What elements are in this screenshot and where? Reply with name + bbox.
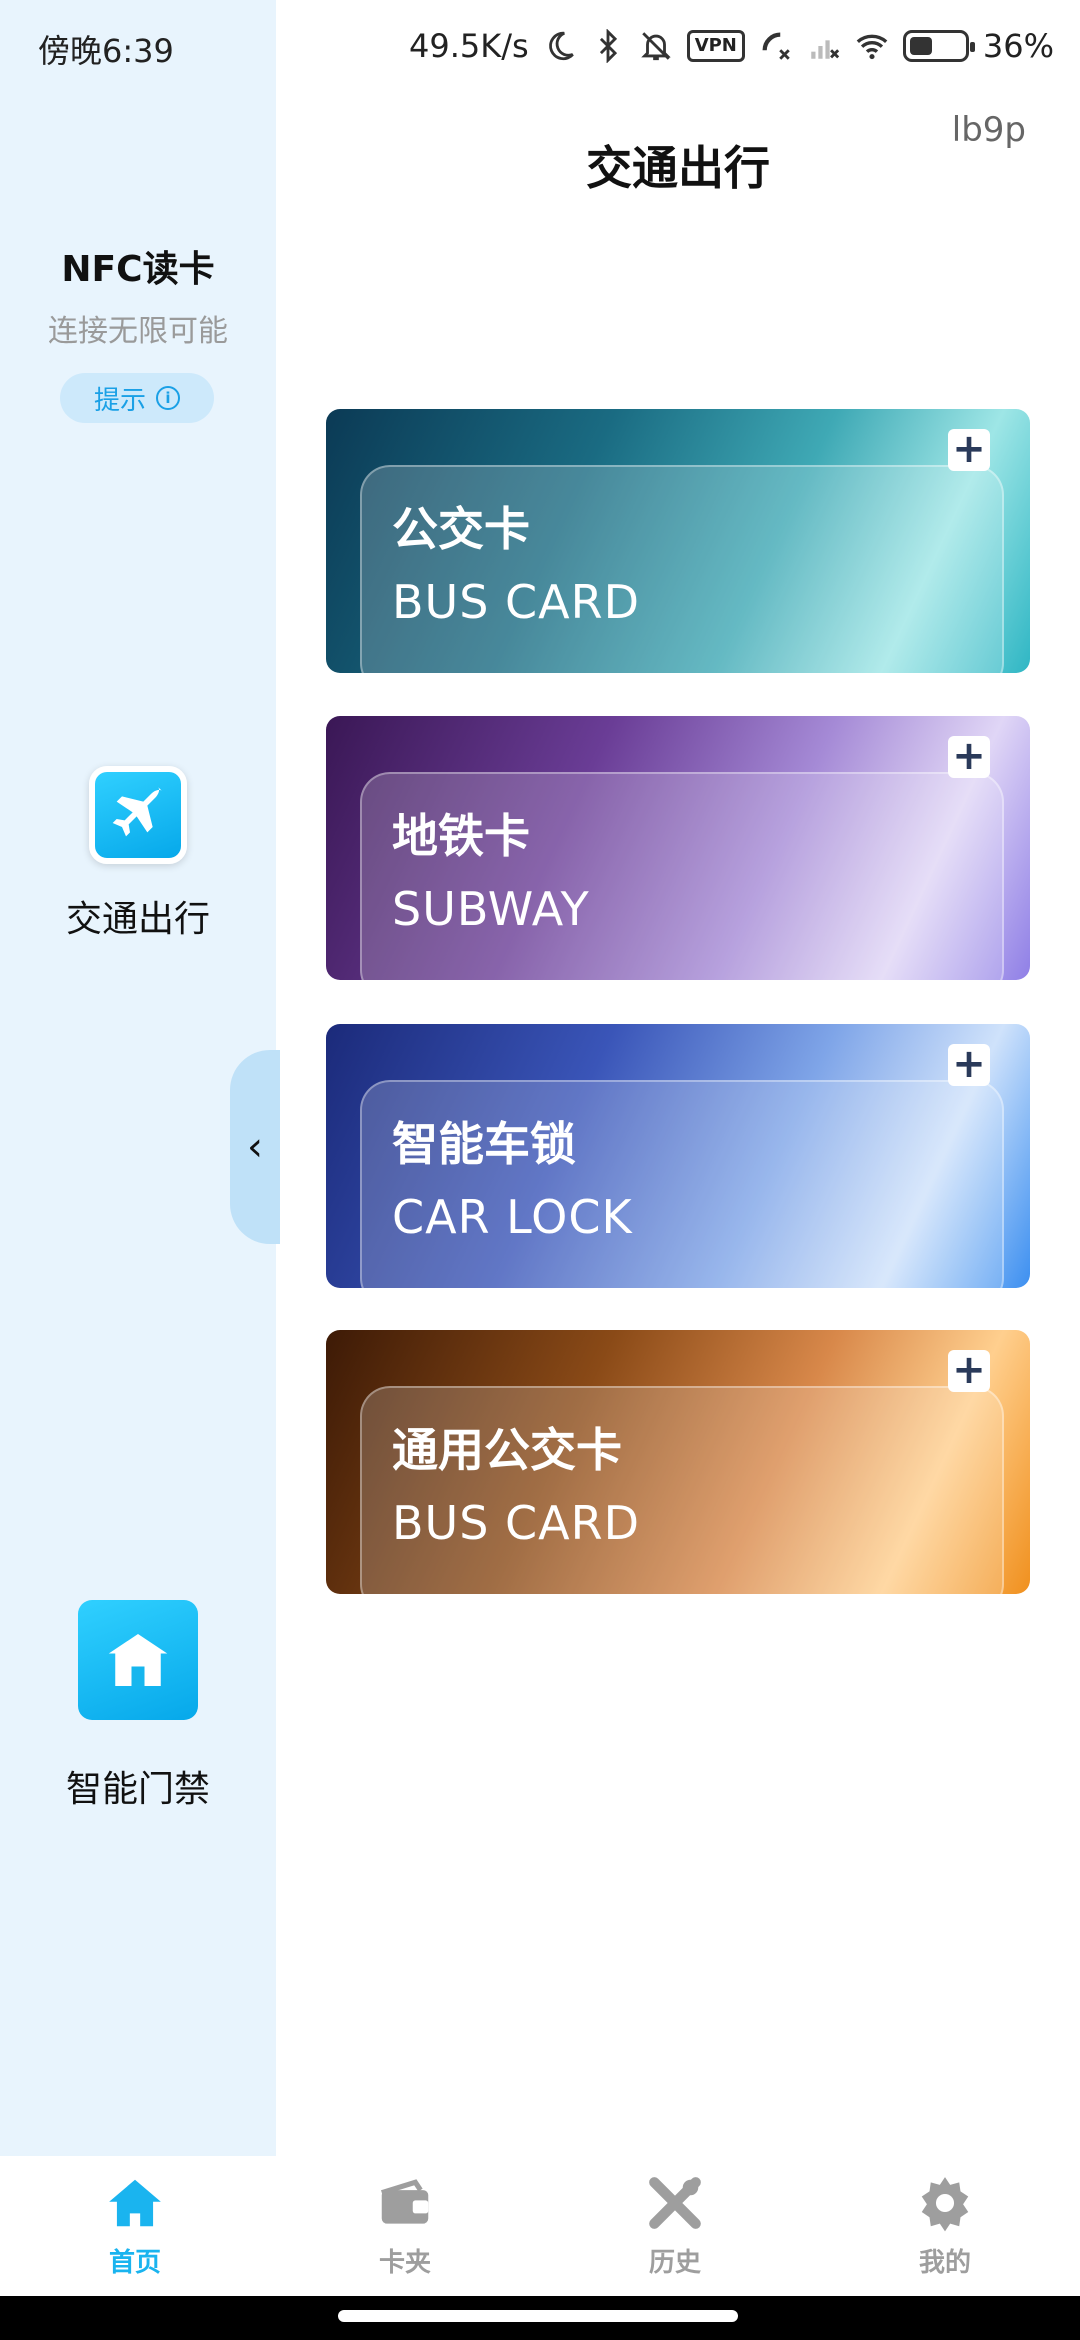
status-bar: 傍晚6:39 49.5K/s VPN 36% [0,0,1080,92]
card-bus[interactable]: 公交卡 BUS CARD + [326,409,1030,673]
add-card-button[interactable]: + [948,429,990,471]
version-tag: lb9p [951,110,1026,150]
plus-icon: + [952,426,986,472]
tab-label: 卡夹 [378,2248,431,2278]
tab-wallet[interactable]: 卡夹 [270,2156,540,2296]
bottom-nav: 首页 卡夹 历史 我的 [0,2156,1080,2296]
airplane-icon [89,766,187,864]
card-title-en: SUBWAY [392,882,590,936]
tools-icon [649,2177,701,2229]
wifi-icon [856,34,888,60]
battery-fill [909,37,932,55]
collapse-sidebar-button[interactable]: ‹ [230,1050,280,1244]
plus-icon: + [952,1041,986,1087]
tab-label: 首页 [108,2248,161,2278]
card-title-cn: 通用公交卡 [392,1423,622,1477]
gear-icon [921,2177,969,2232]
system-navigation-bar [0,2296,1080,2340]
tab-history[interactable]: 历史 [540,2156,810,2296]
sidebar-item-label: 交通出行 [65,899,210,940]
home-indicator[interactable] [338,2310,738,2322]
card-title-en: BUS CARD [392,1496,641,1550]
card-subway[interactable]: 地铁卡 SUBWAY + [326,716,1030,980]
status-time: 傍晚6:39 [38,32,174,70]
bluetooth-icon [599,29,617,63]
card-title-cn: 地铁卡 [392,809,530,863]
plus-icon: + [952,733,986,779]
signal-icon [811,40,840,59]
card-title-cn: 智能车锁 [392,1117,576,1171]
battery-icon [902,30,975,62]
status-icons: 49.5K/s VPN 36% [409,22,1054,70]
tab-home[interactable]: 首页 [0,2156,270,2296]
vpn-badge: VPN [686,30,745,62]
info-icon: i [156,386,180,410]
sidebar-subtitle: 连接无限可能 [48,314,228,349]
sidebar-item-label: 智能门禁 [65,1769,210,1810]
tip-label: 提示 [93,385,146,416]
home-icon [109,2179,161,2227]
add-card-button[interactable]: + [948,736,990,778]
chevron-left-icon: ‹ [247,1124,263,1170]
tab-mine[interactable]: 我的 [810,2156,1080,2296]
add-card-button[interactable]: + [948,1350,990,1392]
battery-percent: 36% [982,27,1054,65]
wallet-icon [380,2179,429,2224]
house-icon [78,1600,198,1720]
card-car-lock[interactable]: 智能车锁 CAR LOCK + [326,1024,1030,1288]
bell-muted-icon [640,32,671,61]
moon-icon [548,31,574,61]
card-general-bus[interactable]: 通用公交卡 BUS CARD + [326,1330,1030,1594]
plus-icon: + [952,1347,986,1393]
network-speed: 49.5K/s [409,27,529,65]
add-card-button[interactable]: + [948,1044,990,1086]
card-title-cn: 公交卡 [392,502,530,556]
call-blocked-icon [762,32,790,60]
tab-label: 历史 [648,2248,701,2278]
tab-label: 我的 [918,2248,971,2278]
card-title-en: CAR LOCK [392,1190,633,1244]
sidebar-title: NFC读卡 [61,249,215,290]
card-title-en: BUS CARD [392,575,641,629]
sidebar-item-transport[interactable]: 交通出行 [0,766,276,942]
tip-button[interactable]: 提示 i [60,373,214,423]
sidebar-item-access-control[interactable]: 智能门禁 [0,1600,276,1812]
